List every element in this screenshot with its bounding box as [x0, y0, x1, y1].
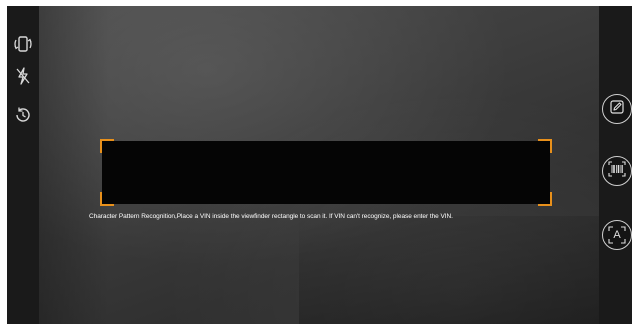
left-toolbar [7, 6, 39, 324]
barcode-icon [608, 160, 626, 182]
flash-off-icon[interactable] [10, 63, 36, 89]
scan-hint-text: Character Pattern Recognition,Place a VI… [89, 213, 453, 220]
viewfinder-corner [538, 139, 552, 153]
barcode-scan-button[interactable] [602, 156, 632, 186]
viewfinder-corner [100, 192, 114, 206]
manual-input-button[interactable] [602, 94, 632, 124]
history-icon[interactable] [10, 102, 36, 128]
scan-viewfinder [100, 139, 552, 206]
viewfinder-corner [538, 192, 552, 206]
rotate-phone-icon[interactable] [10, 31, 36, 57]
text-recognition-button[interactable]: A [602, 220, 632, 250]
edit-icon [609, 99, 625, 120]
scanner-screen: Character Pattern Recognition,Place a VI… [7, 6, 632, 324]
text-scan-letter: A [613, 229, 621, 241]
text-scan-icon: A [608, 226, 626, 244]
viewfinder-corner [100, 139, 114, 153]
